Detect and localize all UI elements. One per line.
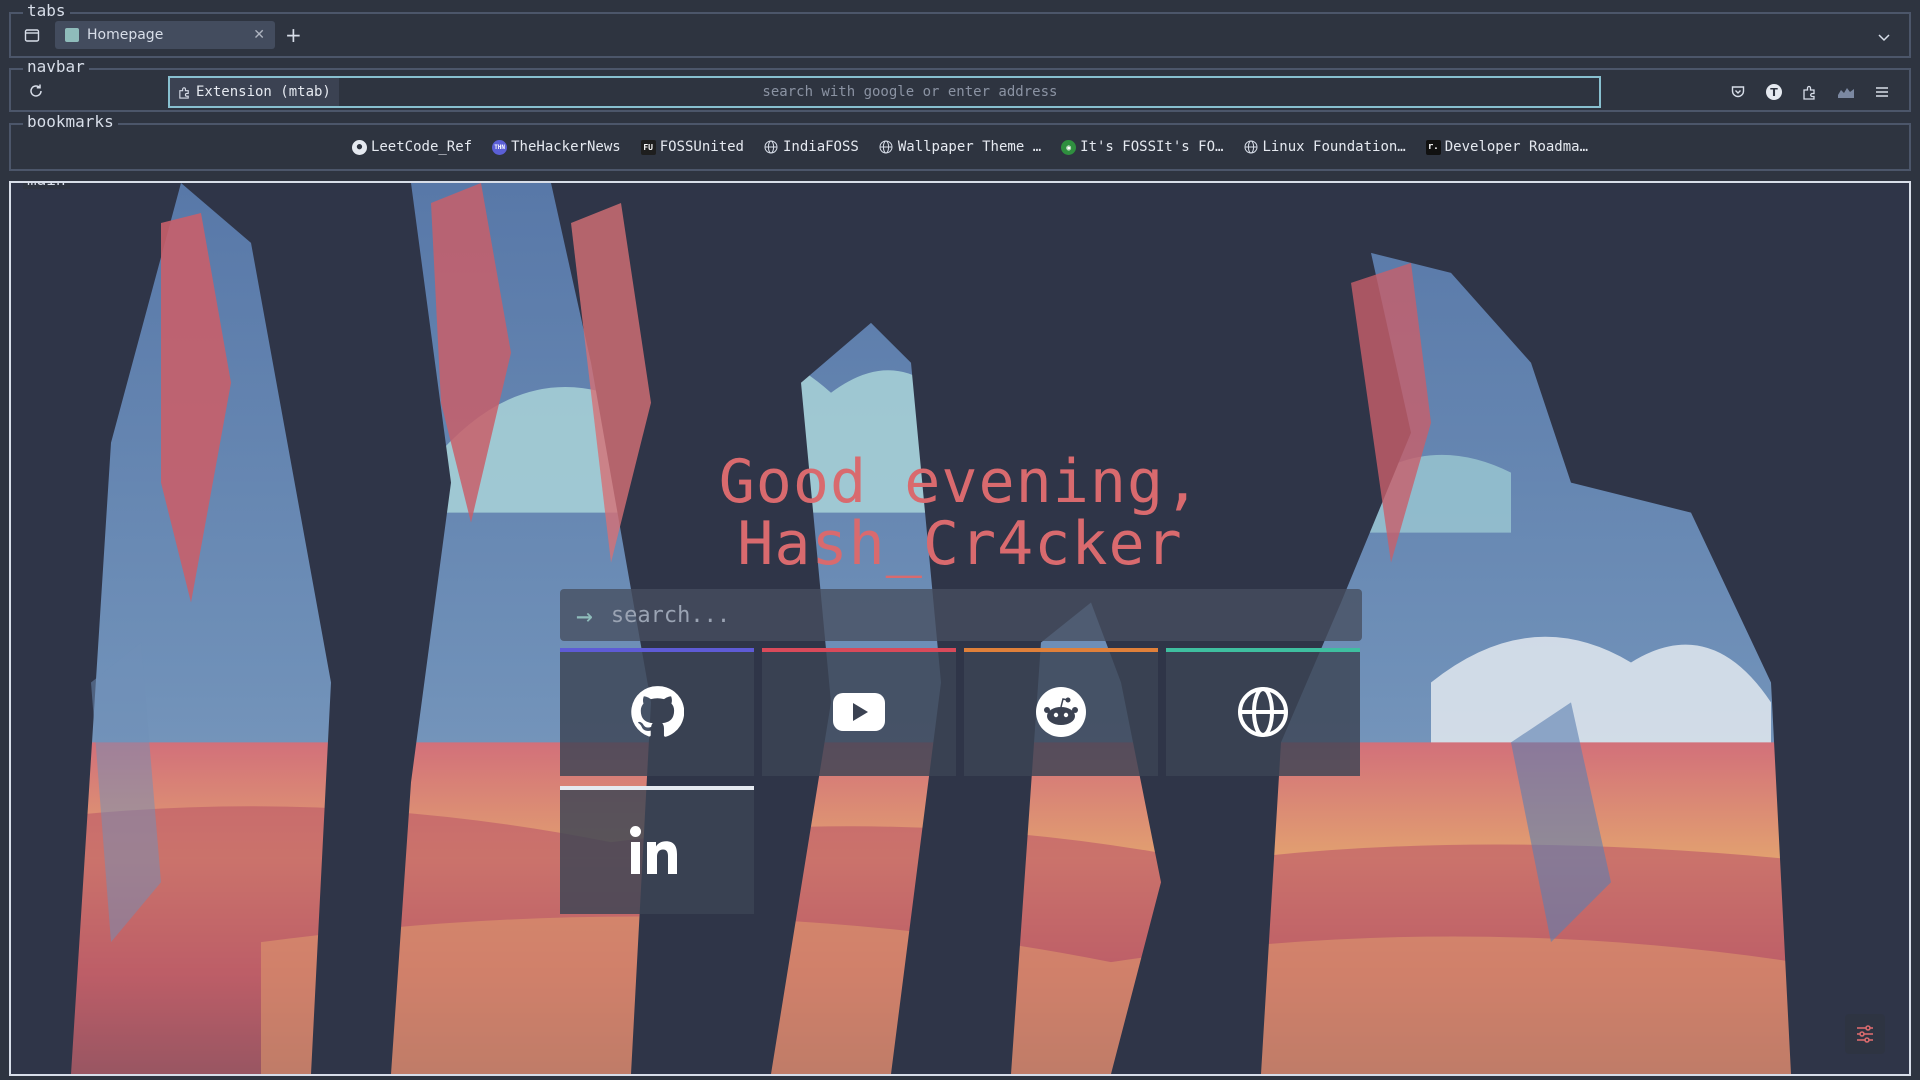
url-bar[interactable]: Extension (mtab): [168, 76, 1601, 108]
bookmarks-section: bookmarks ● LeetCode_Ref THN TheHackerNe…: [9, 113, 1911, 171]
quicklink-accent-bar: [560, 648, 754, 652]
quicklink-website[interactable]: [1166, 648, 1360, 776]
linkedin-icon: [630, 826, 677, 874]
arrow-right-icon: →: [576, 598, 593, 632]
bookmark-item[interactable]: ◉ It's FOSSIt's FO…: [1061, 139, 1223, 155]
profile-avatar-icon[interactable]: [1833, 79, 1859, 105]
new-tab-icon[interactable]: +: [285, 23, 302, 47]
globe-icon: [1243, 140, 1258, 155]
tab-homepage[interactable]: Homepage ✕: [55, 21, 275, 49]
extension-label: Extension (mtab): [196, 84, 331, 100]
globe-icon: [1238, 687, 1288, 737]
tab-bar: Homepage ✕ +: [11, 14, 1909, 56]
itsfoss-icon: ◉: [1061, 139, 1077, 155]
bookmark-item[interactable]: ● LeetCode_Ref: [351, 139, 473, 155]
extension-chip[interactable]: Extension (mtab): [170, 78, 339, 106]
bookmark-item[interactable]: Linux Foundation…: [1243, 139, 1406, 155]
reload-icon[interactable]: [23, 78, 49, 104]
youtube-icon: [833, 693, 885, 731]
roadmap-icon: r.: [1425, 139, 1441, 155]
quicklink-accent-bar: [1166, 648, 1360, 652]
main-section: main: [9, 181, 1911, 1076]
puzzle-icon: [179, 86, 189, 99]
hamburger-menu-icon[interactable]: [1869, 79, 1895, 105]
quicklink-github[interactable]: [560, 648, 754, 776]
reddit-icon: [1036, 687, 1086, 737]
greeting-line-1: Good evening,: [718, 447, 1202, 517]
globe-icon: [764, 140, 779, 155]
bookmark-label: TheHackerNews: [511, 139, 621, 155]
leetcode-icon: ●: [351, 139, 367, 155]
nav-actions: T: [1725, 79, 1895, 105]
greeting-text: Good evening, Hash_Cr4cker: [11, 451, 1909, 575]
chevron-down-icon[interactable]: [1871, 24, 1897, 50]
svg-text:T: T: [1770, 86, 1778, 99]
tab-close-icon[interactable]: ✕: [253, 27, 265, 43]
bookmark-label: Linux Foundation…: [1262, 139, 1406, 155]
pocket-icon[interactable]: [1725, 79, 1751, 105]
tabs-section: tabs Homepage ✕ +: [9, 2, 1911, 58]
bookmark-label: Developer Roadma…: [1444, 139, 1589, 155]
greeting-line-2: Hash_Cr4cker: [737, 509, 1183, 579]
globe-icon: [879, 140, 894, 155]
tab-overview-icon[interactable]: [19, 22, 45, 48]
extensions-icon[interactable]: [1797, 79, 1823, 105]
quicklink-accent-bar: [762, 648, 956, 652]
bookmark-label: LeetCode_Ref: [370, 139, 473, 155]
quicklink-linkedin[interactable]: [560, 786, 754, 914]
quicklink-reddit[interactable]: [964, 648, 1158, 776]
thehackernews-icon: THN: [492, 139, 508, 155]
github-icon: [631, 686, 684, 737]
url-input[interactable]: [338, 78, 1599, 106]
homepage-favicon-icon: [65, 28, 79, 42]
bookmark-item[interactable]: r. Developer Roadma…: [1425, 139, 1589, 155]
settings-sliders-icon[interactable]: [1845, 1014, 1885, 1054]
bookmark-item[interactable]: Wallpaper Theme …: [879, 139, 1041, 155]
translate-t-icon[interactable]: T: [1761, 79, 1787, 105]
navbar-section-label: navbar: [23, 58, 89, 76]
bookmark-label: It's FOSSIt's FO…: [1080, 139, 1224, 155]
quicklink-accent-bar: [964, 648, 1158, 652]
bookmark-label: IndiaFOSS: [782, 139, 859, 155]
navbar-section: navbar Extension (mtab) T: [9, 58, 1911, 112]
quicklink-accent-bar: [560, 786, 754, 790]
search-bar[interactable]: →: [560, 589, 1362, 641]
search-input[interactable]: [608, 601, 1362, 629]
bookmark-label: Wallpaper Theme …: [897, 139, 1042, 155]
fossunited-icon: FU: [640, 139, 656, 155]
bookmark-item[interactable]: IndiaFOSS: [764, 139, 859, 155]
tab-title: Homepage: [87, 27, 164, 43]
quicklink-youtube[interactable]: [762, 648, 956, 776]
bookmarks-toolbar: ● LeetCode_Ref THN TheHackerNews FU FOSS…: [11, 125, 1909, 169]
bookmark-label: FOSSUnited: [659, 139, 744, 155]
main-section-label: main: [23, 183, 70, 189]
bookmark-item[interactable]: FU FOSSUnited: [640, 139, 744, 155]
bookmark-item[interactable]: THN TheHackerNews: [492, 139, 621, 155]
